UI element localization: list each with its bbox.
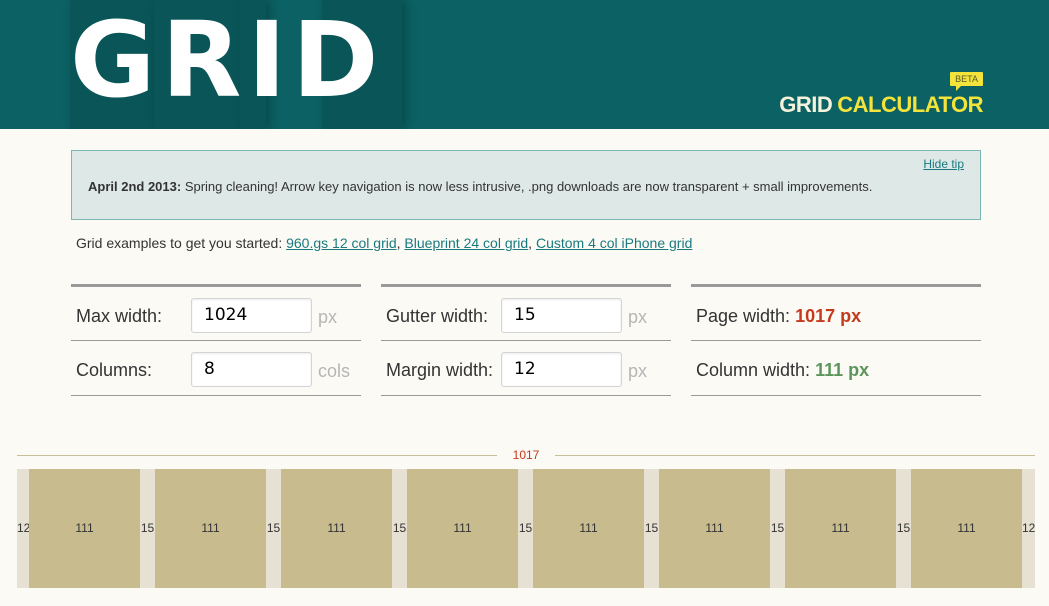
page-width-result: Page width: 1017 px xyxy=(696,306,861,327)
results-column: Page width: 1017 px Column width: 111 px xyxy=(691,284,981,396)
max-width-unit: px xyxy=(318,307,338,327)
form-column-left: Max width: 1024 px Columns: 8 cols xyxy=(71,284,361,396)
form-column-middle: Gutter width: 15 px Margin width: 12 px xyxy=(381,284,671,396)
grid-gutter: 15 xyxy=(392,521,407,535)
brand-word-calculator: CALCULATOR xyxy=(837,92,983,117)
grid-gutter: 15 xyxy=(896,521,911,535)
beta-badge: BETA xyxy=(950,72,983,91)
column-width-label: Column width: xyxy=(696,360,816,380)
grid-gutter: 12 xyxy=(1022,521,1036,535)
grid-gutter: 15 xyxy=(266,521,281,535)
grid-column: 111 xyxy=(533,469,644,588)
grid-gutter: 12 xyxy=(17,521,31,535)
gutter-width-unit: px xyxy=(628,307,648,327)
grid-column: 111 xyxy=(155,469,266,588)
max-width-row: Max width: 1024 px xyxy=(71,284,361,340)
example-link-960gs[interactable]: 960.gs 12 col grid xyxy=(286,235,397,251)
grid-column: 111 xyxy=(785,469,896,588)
examples-separator: , xyxy=(528,235,536,251)
grid-column: 111 xyxy=(911,469,1022,588)
header: GRID BETA GRID CALCULATOR xyxy=(0,0,1049,129)
example-link-iphone[interactable]: Custom 4 col iPhone grid xyxy=(536,235,692,251)
columns-label: Columns: xyxy=(76,360,153,380)
page-width-row: Page width: 1017 px xyxy=(691,284,981,340)
column-width-result: Column width: 111 px xyxy=(696,360,869,381)
grid-column: 111 xyxy=(29,469,140,588)
example-link-blueprint[interactable]: Blueprint 24 col grid xyxy=(404,235,528,251)
tip-text: April 2nd 2013: Spring cleaning! Arrow k… xyxy=(88,179,872,194)
logo-letter: D xyxy=(292,0,385,121)
logo-letter: G xyxy=(70,0,162,121)
tip-date: April 2nd 2013: xyxy=(88,179,182,194)
grid-gutter: 15 xyxy=(770,521,785,535)
grid-examples: Grid examples to get you started: 960.gs… xyxy=(76,235,692,251)
column-width-row: Column width: 111 px xyxy=(691,340,981,396)
grid-gutter: 15 xyxy=(518,521,533,535)
margin-width-unit: px xyxy=(628,361,648,381)
columns-input[interactable]: 8 xyxy=(191,352,312,387)
gutter-width-label: Gutter width: xyxy=(386,306,489,326)
grid-gutter: 15 xyxy=(644,521,659,535)
grid-column: 111 xyxy=(407,469,518,588)
margin-width-input[interactable]: 12 xyxy=(501,352,622,387)
max-width-input[interactable]: 1024 xyxy=(191,298,312,333)
logo-letter: I xyxy=(247,0,293,121)
grid-column: 111 xyxy=(281,469,392,588)
hide-tip-link[interactable]: Hide tip xyxy=(923,157,964,171)
logo-letter: R xyxy=(161,0,248,121)
brand-word-grid: GRID xyxy=(779,92,833,117)
brand-title: GRID CALCULATOR xyxy=(779,92,983,118)
grid-column: 111 xyxy=(659,469,770,588)
grid-logo: GRID xyxy=(70,8,385,112)
margin-width-label: Margin width: xyxy=(386,360,494,380)
tip-message: Spring cleaning! Arrow key navigation is… xyxy=(181,179,873,194)
tip-box: Hide tip April 2nd 2013: Spring cleaning… xyxy=(71,150,981,220)
page-width-ruler-label: 1017 xyxy=(497,448,555,462)
grid-gutter: 15 xyxy=(140,521,155,535)
examples-intro: Grid examples to get you started: xyxy=(76,235,287,251)
column-width-value: 111 px xyxy=(815,360,870,380)
page-width-value: 1017 px xyxy=(795,306,862,326)
columns-row: Columns: 8 cols xyxy=(71,340,361,396)
margin-width-row: Margin width: 12 px xyxy=(381,340,671,396)
gutter-width-row: Gutter width: 15 px xyxy=(381,284,671,340)
gutter-width-input[interactable]: 15 xyxy=(501,298,622,333)
page-width-label: Page width: xyxy=(696,306,796,326)
columns-unit: cols xyxy=(318,361,351,381)
max-width-label: Max width: xyxy=(76,306,163,326)
